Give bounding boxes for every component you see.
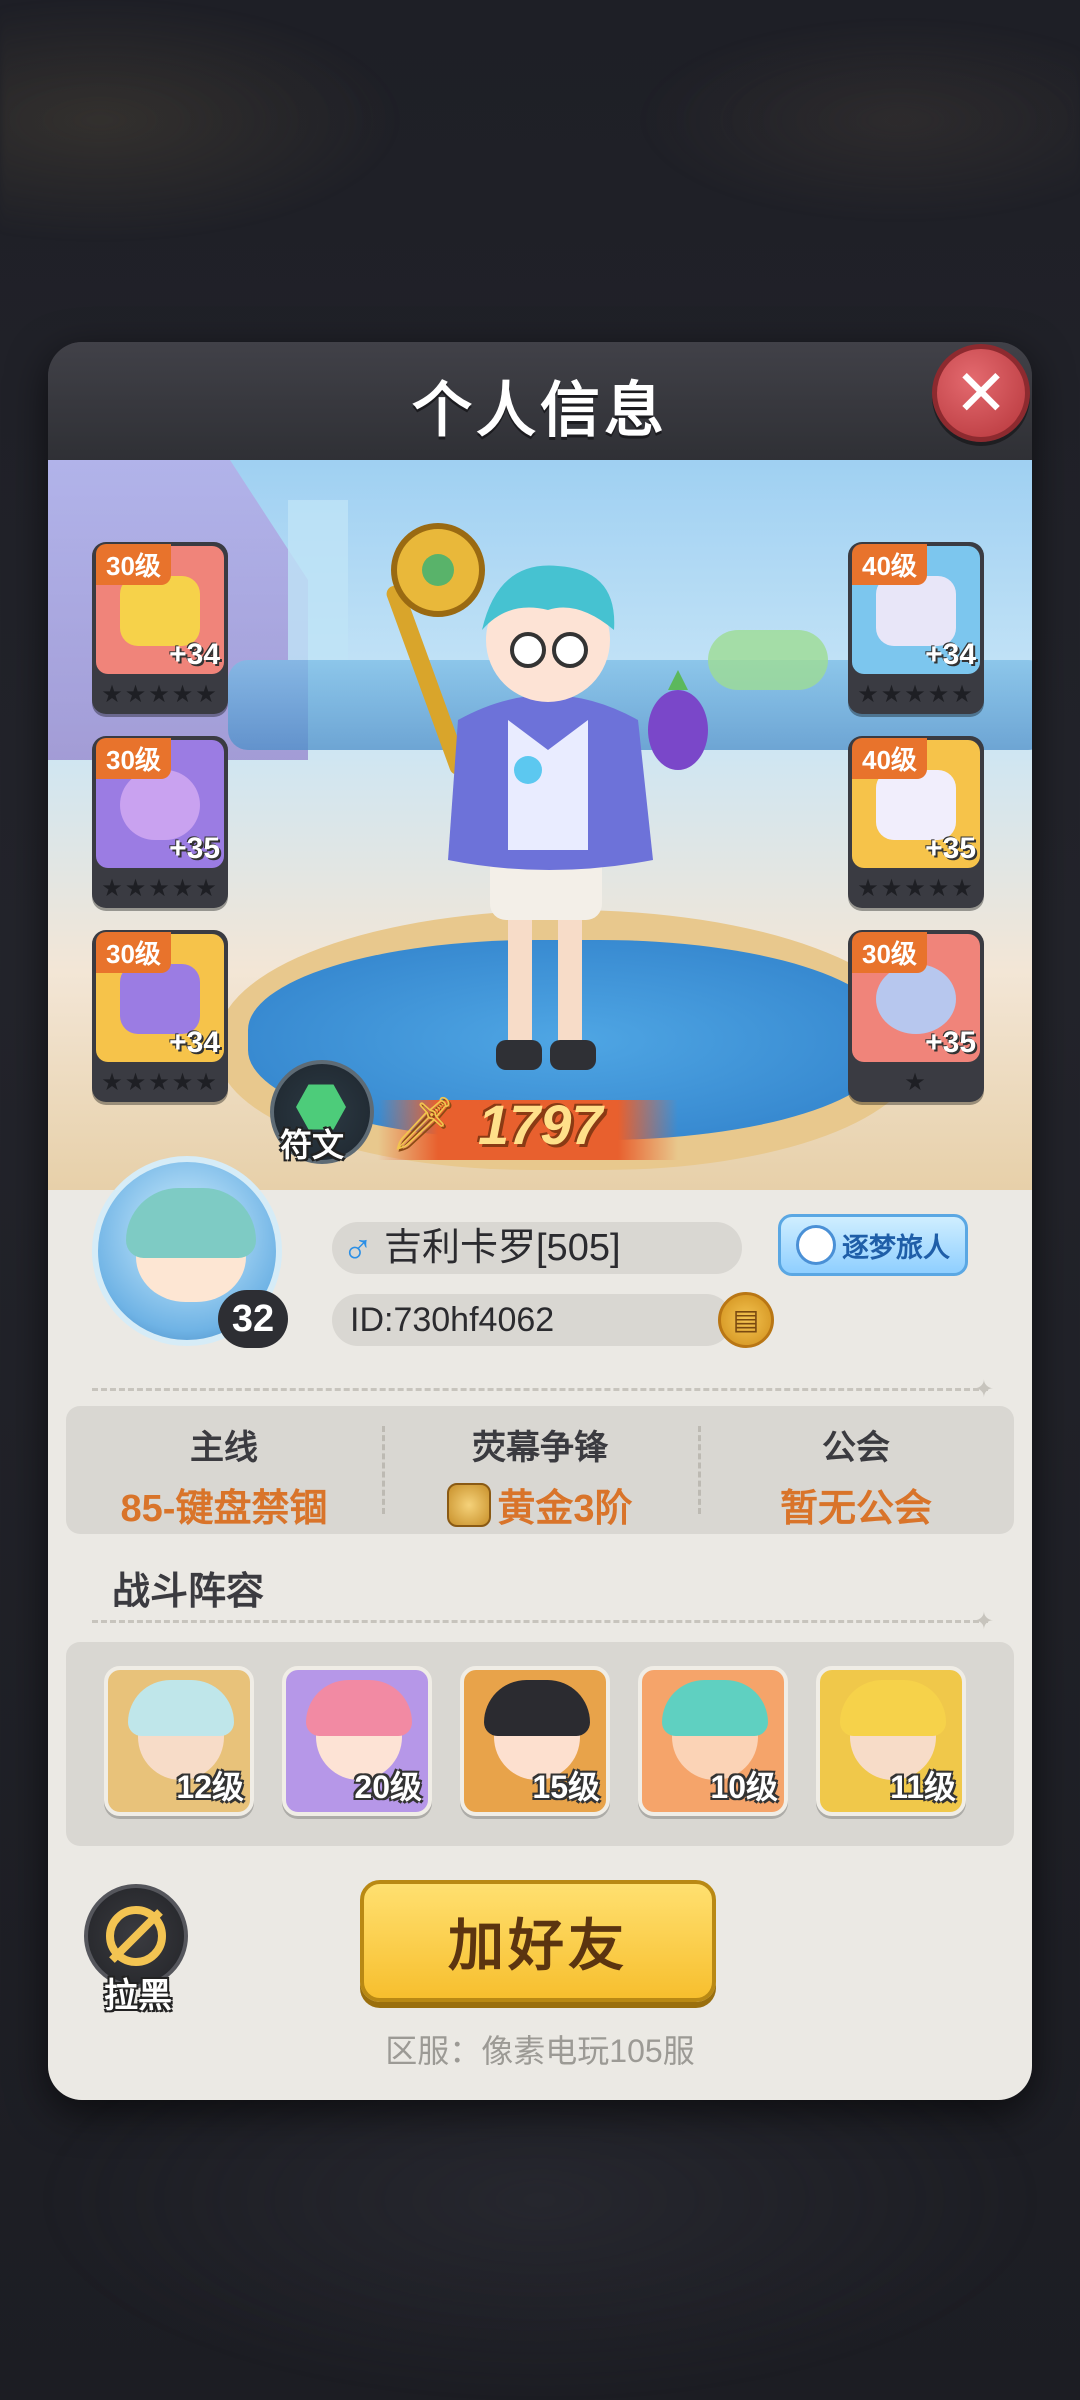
hero-hair	[306, 1680, 412, 1736]
sparkle-icon: ✦	[973, 1608, 994, 1635]
hero-level: 10级	[710, 1769, 778, 1805]
lineup-title: 战斗阵容	[112, 1571, 265, 1613]
title-badge-text: 逐梦旅人	[842, 1232, 950, 1263]
gear-slot-left-2[interactable]: 30级 +35 ★★★★★	[92, 736, 228, 908]
orb-accessory-icon	[876, 964, 956, 1034]
stat-value-text: 85-键盘禁锢	[120, 1488, 328, 1530]
gear-enhance: +34	[169, 1026, 220, 1059]
gear-enhance: +35	[169, 832, 220, 865]
hero-card[interactable]: 10级	[638, 1666, 788, 1816]
combat-power: 1797	[478, 1093, 603, 1156]
stat-value: 暂无公会	[698, 1477, 1014, 1532]
gear-enhance: +34	[925, 638, 976, 671]
rank-gold-icon	[447, 1482, 492, 1527]
hero-hair	[840, 1680, 946, 1736]
hero-hair	[484, 1680, 590, 1736]
bracer-icon	[120, 770, 200, 840]
hero-level: 20级	[354, 1769, 422, 1805]
character-scene: 30级 +34 ★★★★★ 30级 +35 ★★★★★ 30级 +34 ★★★★…	[48, 460, 1032, 1190]
gear-slot-left-1[interactable]: 30级 +34 ★★★★★	[92, 542, 228, 714]
sword-icon: 🗡	[390, 1095, 457, 1153]
scene-tower	[288, 500, 348, 660]
stat-label: 公会	[822, 1429, 890, 1467]
rune-label: 符文	[280, 1127, 345, 1163]
gear-slot-right-1[interactable]: 40级 +34 ★★★★★	[848, 542, 984, 714]
stat-guild[interactable]: 公会 暂无公会	[698, 1406, 1014, 1534]
dialog-header: 个人信息	[48, 342, 1032, 460]
add-friend-button[interactable]: 加好友	[360, 1880, 716, 2002]
stat-arena[interactable]: 荧幕争锋 黄金3阶	[382, 1406, 698, 1534]
stat-mainline[interactable]: 主线 85-键盘禁锢	[66, 1406, 382, 1534]
gear-slot-right-3[interactable]: 30级 +35 ★	[848, 930, 984, 1102]
stat-label: 荧幕争锋	[472, 1429, 608, 1467]
hero-level: 12级	[176, 1769, 244, 1805]
hero-level: 15级	[532, 1769, 600, 1805]
gear-stars: ★★★★★	[857, 681, 975, 708]
gear-stars: ★★★★★	[101, 681, 219, 708]
stat-value: 85-键盘禁锢	[66, 1477, 382, 1532]
stat-label: 主线	[190, 1429, 258, 1467]
gear-stars: ★★★★★	[101, 875, 219, 902]
stats-bar: 主线 85-键盘禁锢 荧幕争锋 黄金3阶 公会 暂无公会	[66, 1406, 1014, 1534]
copy-icon[interactable]: ▤	[718, 1292, 774, 1348]
close-icon[interactable]: ✕	[932, 344, 1030, 442]
gear-level: 30级	[96, 544, 171, 585]
divider: ✦	[92, 1376, 994, 1403]
player-name: 吉利卡罗[505]	[384, 1227, 621, 1269]
avatar-hair	[126, 1188, 256, 1258]
stat-value-text: 黄金3阶	[497, 1488, 633, 1530]
pants-icon	[876, 770, 956, 840]
hero-card[interactable]: 15级	[460, 1666, 610, 1816]
gear-enhance: +35	[925, 832, 976, 865]
player-character	[386, 523, 708, 1070]
male-icon: ♂	[342, 1224, 374, 1271]
hero-hair	[662, 1680, 768, 1736]
boots-icon	[120, 964, 200, 1034]
gear-enhance: +35	[925, 1026, 976, 1059]
stat-value: 黄金3阶	[382, 1477, 698, 1532]
stat-value-text: 暂无公会	[779, 1488, 932, 1530]
gear-star-single: ★	[904, 1069, 928, 1096]
hero-hair	[128, 1680, 234, 1736]
jacket-icon	[876, 576, 956, 646]
battle-lineup: 12级 20级 15级 10级 11级	[66, 1642, 1014, 1846]
hero-card[interactable]: 11级	[816, 1666, 966, 1816]
hero-card[interactable]: 20级	[282, 1666, 432, 1816]
mascot-icon	[796, 1225, 836, 1265]
gear-level: 30级	[96, 738, 171, 779]
gear-enhance: +34	[169, 638, 220, 671]
helmet-icon	[120, 576, 200, 646]
gear-level: 30级	[96, 932, 171, 973]
gear-level: 40级	[852, 738, 927, 779]
player-id: ID:730hf4062	[350, 1301, 555, 1339]
sparkle-icon: ✦	[973, 1376, 994, 1403]
hero-card[interactable]: 12级	[104, 1666, 254, 1816]
gear-level: 30级	[852, 932, 927, 973]
server-info: 区服：像素电玩105服	[385, 2033, 695, 2069]
gear-slot-right-2[interactable]: 40级 +35 ★★★★★	[848, 736, 984, 908]
block-label: 拉黑	[104, 1977, 172, 2015]
gear-stars: ★★★★★	[857, 875, 975, 902]
gear-slot-left-3[interactable]: 30级 +34 ★★★★★	[92, 930, 228, 1102]
gear-level: 40级	[852, 544, 927, 585]
title-badge[interactable]: 逐梦旅人	[778, 1214, 968, 1276]
dialog-title: 个人信息	[412, 377, 668, 444]
player-level-badge: 32	[218, 1290, 288, 1348]
gear-stars: ★★★★★	[101, 1069, 219, 1096]
divider: ✦	[92, 1608, 994, 1635]
hero-level: 11级	[890, 1769, 956, 1805]
